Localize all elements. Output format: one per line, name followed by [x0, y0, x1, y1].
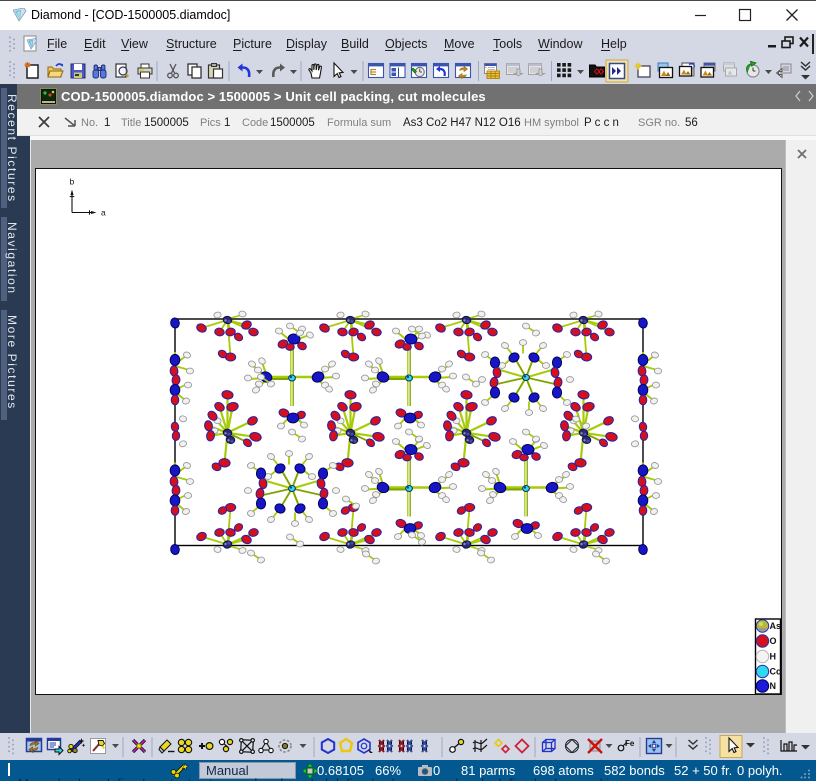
svg-text:N: N: [770, 681, 777, 691]
svg-text:Co: Co: [770, 667, 782, 677]
svg-text:Fe: Fe: [625, 739, 635, 748]
svg-text:As: As: [770, 621, 782, 631]
svg-text:O: O: [770, 636, 777, 646]
svg-text:H: H: [770, 652, 777, 662]
svg-text:b: b: [70, 177, 75, 187]
svg-text:a: a: [101, 208, 106, 218]
